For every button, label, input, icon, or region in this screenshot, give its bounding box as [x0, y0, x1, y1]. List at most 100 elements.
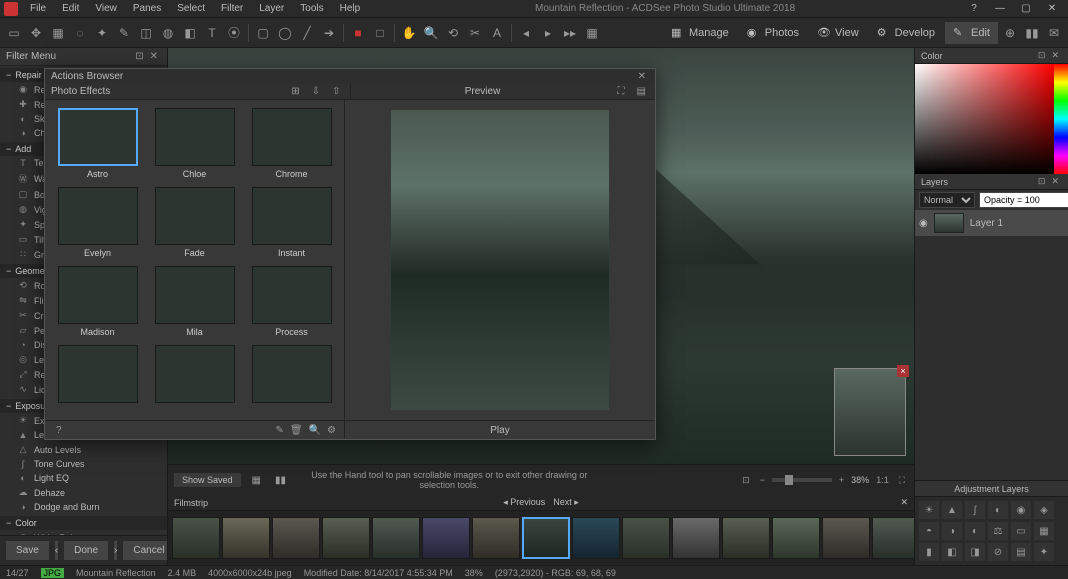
filmstrip-next[interactable]: Next ▸ [553, 497, 579, 508]
tool-brush-icon[interactable]: ✎ [114, 23, 134, 43]
tool-marquee-icon[interactable]: ▦ [48, 23, 68, 43]
cancel-button[interactable]: Cancel [123, 541, 168, 560]
zoom-in-icon[interactable]: + [836, 475, 847, 485]
effect-delete-icon[interactable]: 🗑 [290, 425, 303, 436]
tool-actions-icon[interactable]: A [487, 23, 507, 43]
effect-search-icon[interactable]: 🔍 [309, 425, 321, 436]
effect-item[interactable] [53, 345, 142, 406]
filmstrip-thumb[interactable] [222, 517, 270, 559]
adj-grad-icon[interactable]: ◧ [942, 543, 962, 561]
filmstrip-prev[interactable]: ◂ Previous [503, 497, 545, 508]
layers-pin-icon[interactable]: ⊡ [1035, 176, 1049, 186]
play-button[interactable]: Play [490, 425, 509, 436]
filter-pin-icon[interactable]: ⊡ [132, 51, 146, 62]
window-help-icon[interactable]: ? [962, 3, 986, 14]
tool-grid-icon[interactable]: ▦ [582, 23, 602, 43]
done-button[interactable]: Done [64, 541, 108, 560]
menu-file[interactable]: File [22, 1, 54, 16]
menu-filter[interactable]: Filter [213, 1, 251, 16]
dialog-expand-icon[interactable]: ⛶ [615, 86, 628, 97]
mode-photos[interactable]: ◉Photos [739, 22, 807, 44]
mode-msg-icon[interactable]: ✉ [1044, 23, 1064, 43]
adj-exposure-icon[interactable]: ☀ [919, 501, 939, 519]
tool-gradient-icon[interactable]: ◧ [180, 23, 200, 43]
tool-prev-icon[interactable]: ◂ [516, 23, 536, 43]
adj-hsl-icon[interactable]: ◓ [919, 522, 939, 540]
filmstrip-thumb[interactable] [422, 517, 470, 559]
adj-threshold-icon[interactable]: ◨ [965, 543, 985, 561]
filter-dodge[interactable]: ◑Dodge and Burn [0, 500, 167, 514]
color-hue-slider[interactable] [1054, 64, 1068, 174]
tool-eraser-icon[interactable]: ◫ [136, 23, 156, 43]
menu-layer[interactable]: Layer [251, 1, 292, 16]
effect-item[interactable]: Chrome [247, 108, 336, 179]
color-picker[interactable] [915, 64, 1068, 174]
tool-hand-icon[interactable]: ✋ [399, 23, 419, 43]
fit-icon[interactable]: ⊡ [739, 475, 753, 486]
layers-close-icon[interactable]: ✕ [1048, 176, 1062, 186]
tool-next-icon[interactable]: ▸ [538, 23, 558, 43]
navigator-thumbnail[interactable]: × [834, 368, 906, 456]
tool-shape-ellipse-icon[interactable]: ◯ [275, 23, 295, 43]
layer-row[interactable]: ◉ Layer 1 [915, 210, 1068, 236]
filter-dehaze[interactable]: ☁Dehaze [0, 485, 167, 500]
filter-group-color[interactable]: − Color [0, 516, 167, 530]
color-bg-icon[interactable]: □ [370, 23, 390, 43]
filmstrip-thumb[interactable] [272, 517, 320, 559]
effect-item[interactable]: Instant [247, 187, 336, 258]
blend-mode-select[interactable]: Normal [919, 192, 975, 208]
adj-levels-icon[interactable]: ▲ [942, 501, 962, 519]
tool-line-icon[interactable]: ╱ [297, 23, 317, 43]
tool-rotate-icon[interactable]: ⟲ [443, 23, 463, 43]
mode-edit[interactable]: ✎Edit [945, 22, 998, 44]
effect-item[interactable]: Fade [150, 187, 239, 258]
adj-light-icon[interactable]: ◐ [988, 501, 1008, 519]
effect-item[interactable]: Evelyn [53, 187, 142, 258]
prev-button[interactable]: ‹ [55, 541, 58, 560]
save-button[interactable]: Save [6, 541, 49, 560]
filmstrip-thumb[interactable] [572, 517, 620, 559]
histogram-icon[interactable]: ▮▮ [272, 475, 289, 486]
adj-curves-icon[interactable]: ∫ [965, 501, 985, 519]
show-saved-button[interactable]: Show Saved [174, 473, 241, 487]
filmstrip-thumb[interactable] [372, 517, 420, 559]
filter-close-icon[interactable]: ✕ [147, 51, 161, 62]
filmstrip-thumb[interactable] [822, 517, 870, 559]
tool-shape-rect-icon[interactable]: ▢ [253, 23, 273, 43]
dialog-export-icon[interactable]: ⇧ [329, 86, 343, 97]
adj-vibrance-icon[interactable]: ◈ [1034, 501, 1054, 519]
effect-help-icon[interactable]: ? [53, 425, 65, 436]
dialog-close-icon[interactable]: ✕ [635, 71, 649, 82]
effect-item[interactable]: Astro [53, 108, 142, 179]
effect-item[interactable] [150, 345, 239, 406]
tool-lasso-icon[interactable]: ◌ [70, 23, 90, 43]
menu-edit[interactable]: Edit [54, 1, 87, 16]
actual-size-icon[interactable]: 1:1 [873, 475, 892, 485]
effect-item[interactable]: Mila [150, 266, 239, 337]
color-satval[interactable] [915, 64, 1054, 174]
adj-clarity-icon[interactable]: ✦ [1034, 543, 1054, 561]
filmstrip-thumb[interactable] [472, 517, 520, 559]
filmstrip-thumb[interactable] [622, 517, 670, 559]
opacity-input[interactable] [979, 192, 1068, 208]
menu-view[interactable]: View [87, 1, 125, 16]
layer-visibility-icon[interactable]: ◉ [919, 218, 928, 229]
effect-item[interactable]: Process [247, 266, 336, 337]
menu-tools[interactable]: Tools [292, 1, 331, 16]
tool-select-icon[interactable]: ▭ [4, 23, 24, 43]
mode-view[interactable]: 👁View [809, 22, 867, 44]
effect-item[interactable]: Madison [53, 266, 142, 337]
zoom-out-icon[interactable]: − [757, 475, 768, 485]
window-maximize-icon[interactable]: ▢ [1014, 3, 1038, 14]
adj-colorbal-icon[interactable]: ⚖ [988, 522, 1008, 540]
window-close-icon[interactable]: ✕ [1040, 3, 1064, 14]
mode-manage[interactable]: ▦Manage [663, 22, 737, 44]
filter-lighteq[interactable]: ◐Light EQ [0, 471, 167, 485]
filmstrip-thumb[interactable] [672, 517, 720, 559]
dialog-add-icon[interactable]: ⊞ [288, 86, 302, 97]
dialog-tab[interactable]: Photo Effects [51, 86, 110, 97]
fullscreen-icon[interactable]: ⛶ [896, 475, 908, 486]
filmstrip-close-icon[interactable]: ✕ [900, 497, 908, 508]
navigator-close-icon[interactable]: × [897, 365, 909, 377]
filmstrip-thumb[interactable] [322, 517, 370, 559]
